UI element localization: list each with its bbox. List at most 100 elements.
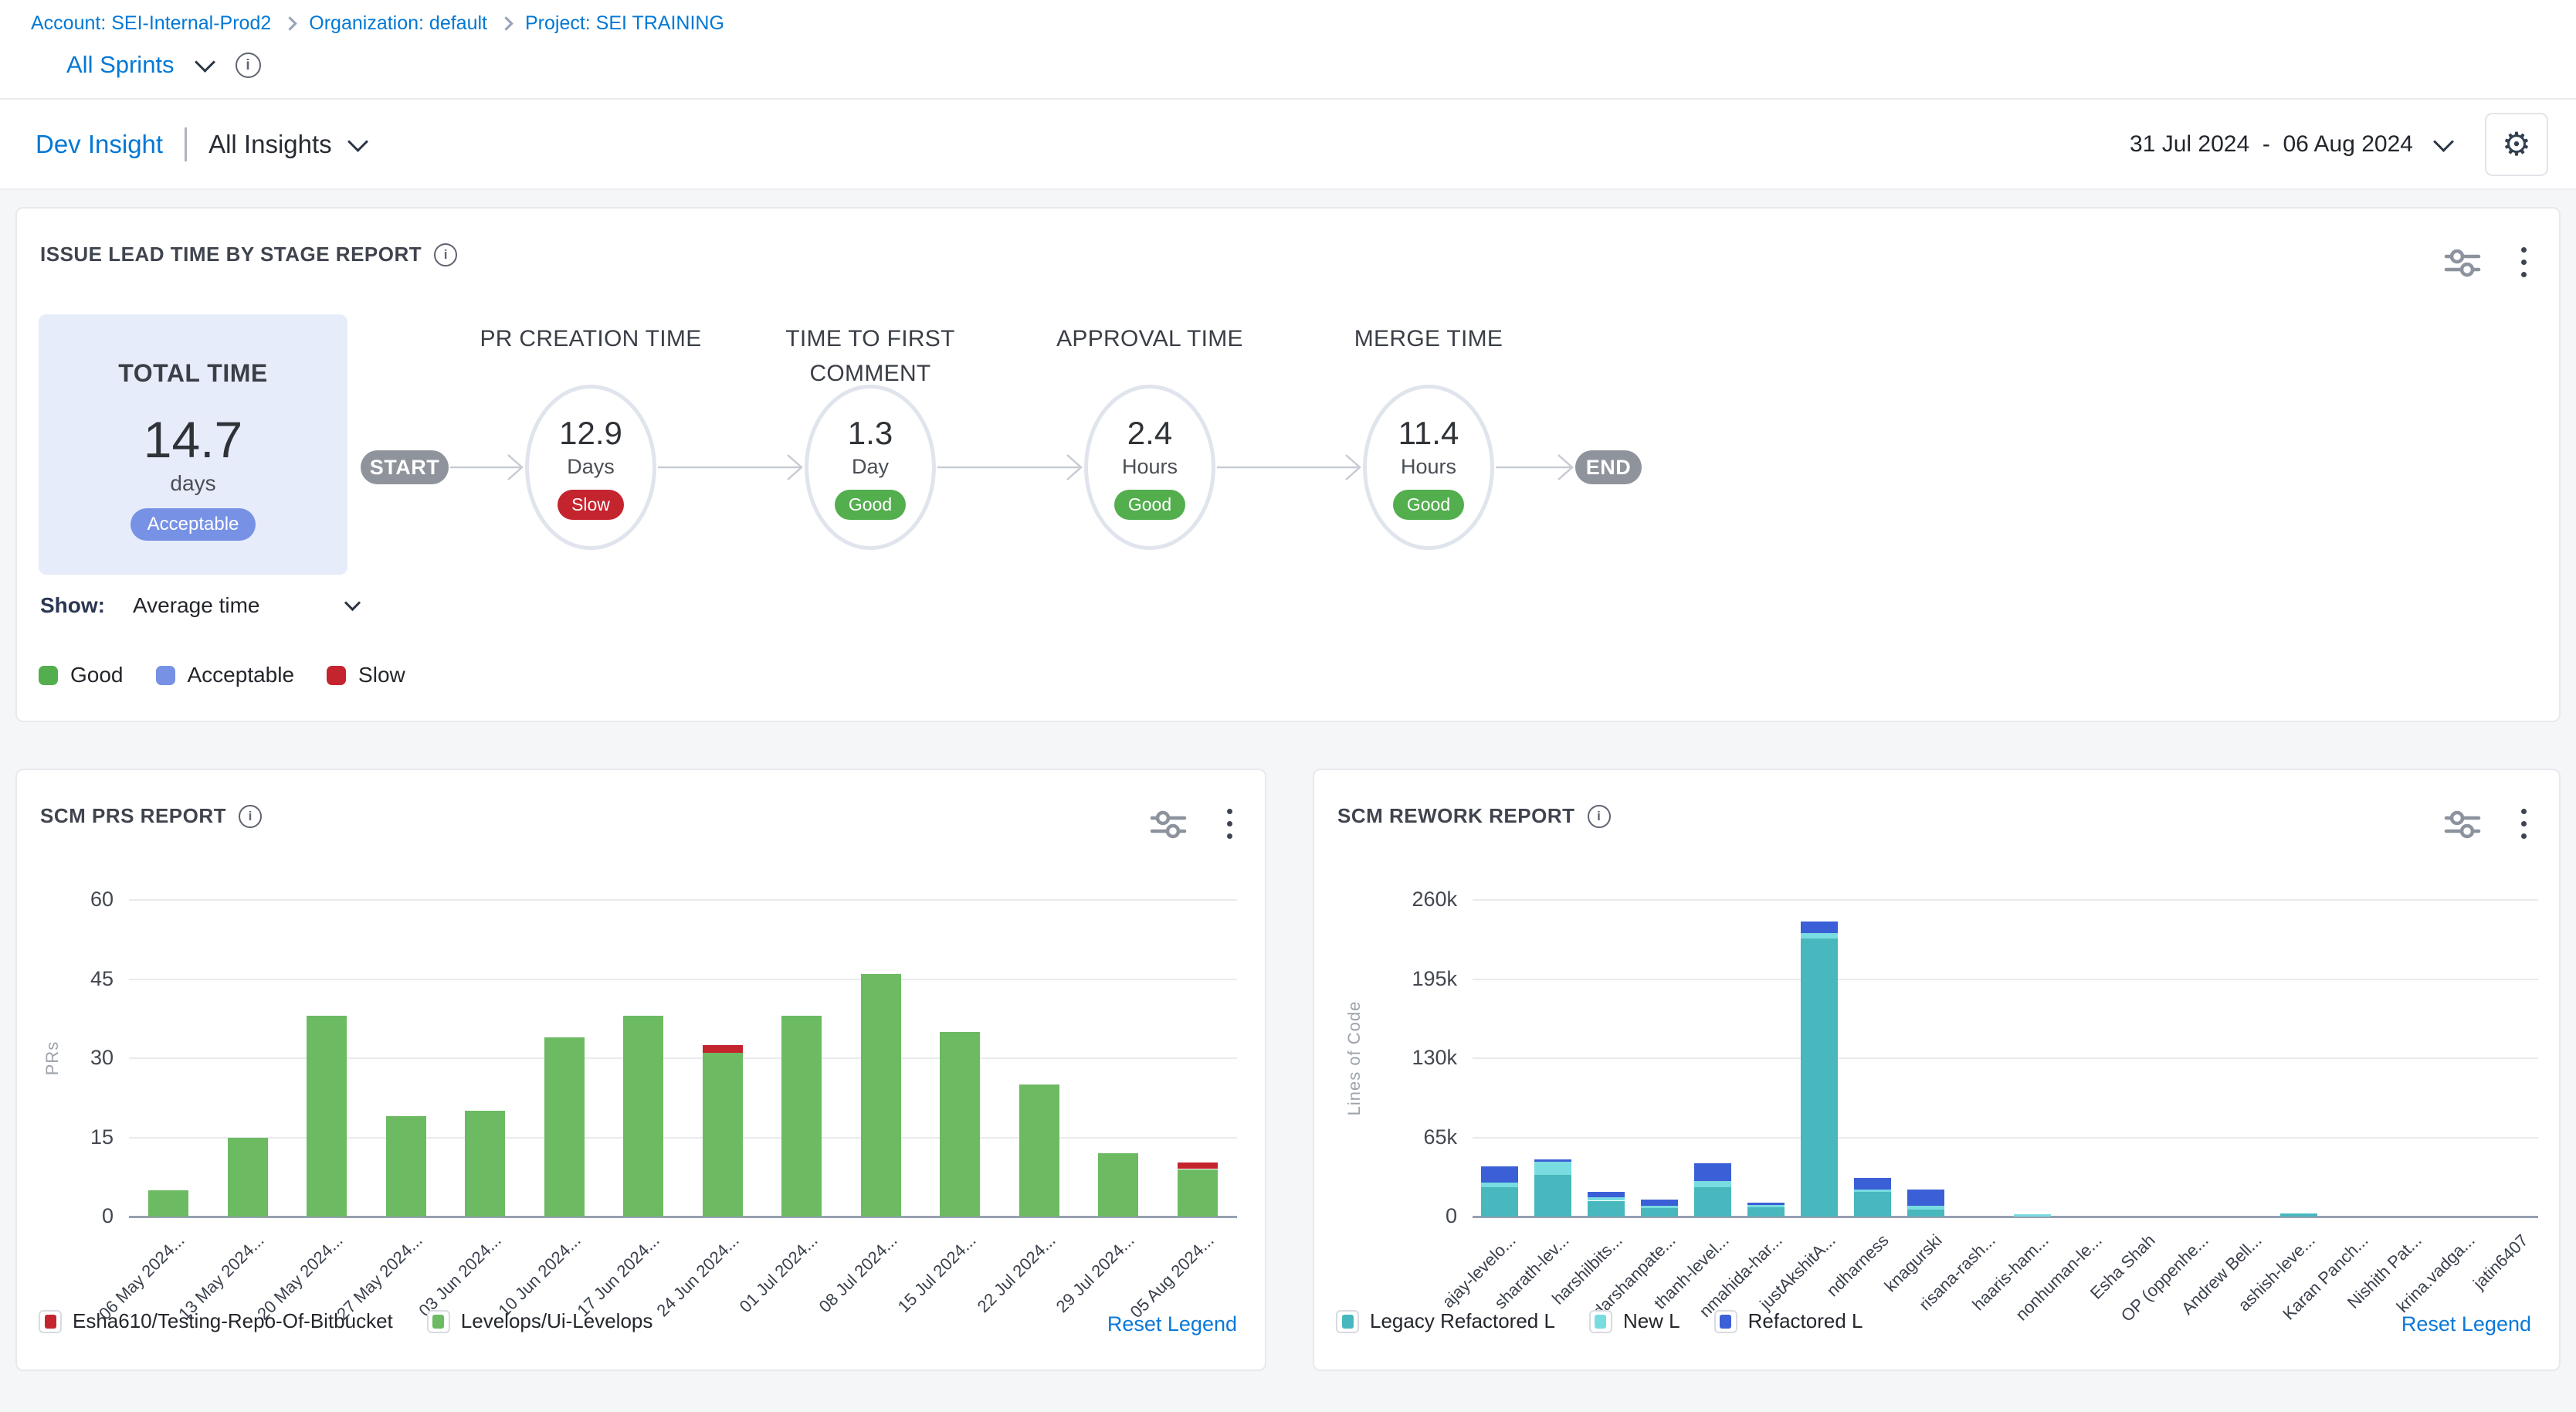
gridline — [129, 899, 1237, 901]
bar-segment[interactable] — [1907, 1210, 1944, 1217]
x-axis-line — [129, 1216, 1237, 1218]
bar-segment[interactable] — [1178, 1169, 1218, 1217]
stage-node[interactable]: 12.9DaysSlow — [525, 385, 656, 550]
y-axis-tick: 30 — [36, 1046, 114, 1070]
gridline — [129, 1057, 1237, 1059]
bar-segment[interactable] — [1481, 1187, 1518, 1217]
filter-sliders-icon[interactable] — [1150, 809, 1187, 840]
breadcrumb-link[interactable]: Project: SEI TRAINING — [525, 12, 724, 35]
bar-segment[interactable] — [1481, 1183, 1518, 1187]
bar-segment[interactable] — [1801, 939, 1838, 1217]
chart-legend-item[interactable]: Legacy Refactored L — [1336, 1309, 1555, 1333]
kebab-menu-icon[interactable] — [2517, 807, 2531, 840]
bar-segment[interactable] — [386, 1116, 426, 1217]
bar-segment[interactable] — [1747, 1207, 1785, 1217]
bar-segment[interactable] — [861, 974, 901, 1217]
bar-segment[interactable] — [465, 1111, 505, 1217]
chevron-down-icon[interactable] — [344, 594, 361, 610]
insight-nav: Dev Insight All Insights — [36, 127, 365, 161]
stage-node[interactable]: 2.4HoursGood — [1084, 385, 1215, 550]
x-axis-label: 13 May 2024... — [123, 1230, 268, 1376]
chart-legend-item[interactable]: Refactored L — [1714, 1309, 1863, 1333]
stage-node[interactable]: 11.4HoursGood — [1363, 385, 1494, 550]
panel-title: ISSUE LEAD TIME BY STAGE REPORT — [40, 243, 422, 266]
bar-segment[interactable] — [940, 1032, 980, 1217]
y-axis-tick: 0 — [1380, 1204, 1457, 1228]
filter-sliders-icon[interactable] — [2444, 809, 2481, 840]
chart-legend-item[interactable]: Levelops/Ui-Levelops — [427, 1309, 653, 1333]
breadcrumb-link[interactable]: Account: SEI-Internal-Prod2 — [31, 12, 271, 35]
stage-node[interactable]: 1.3DayGood — [805, 385, 936, 550]
bar-segment[interactable] — [1694, 1187, 1731, 1217]
bar-segment[interactable] — [1747, 1205, 1785, 1207]
gridline — [1473, 899, 2538, 901]
bar-segment[interactable] — [1178, 1163, 1218, 1169]
show-value[interactable]: Average time — [133, 593, 259, 618]
breadcrumb-link[interactable]: Organization: default — [309, 12, 487, 35]
show-metric-dropdown[interactable]: Show: Average time — [40, 593, 358, 618]
bar-segment[interactable] — [703, 1053, 743, 1217]
bar-segment[interactable] — [1854, 1190, 1891, 1192]
insight-selector[interactable]: All Insights — [208, 130, 332, 159]
info-icon[interactable]: i — [434, 243, 457, 266]
bar-segment[interactable] — [1801, 922, 1838, 932]
bar-segment[interactable] — [307, 1016, 347, 1217]
x-axis-label: 27 May 2024... — [281, 1230, 426, 1376]
legend-label: Legacy Refactored L — [1370, 1309, 1555, 1333]
chart-legend-item[interactable]: New L — [1589, 1309, 1680, 1333]
reset-legend-link[interactable]: Reset Legend — [2401, 1312, 2531, 1336]
x-axis-line — [1473, 1216, 2538, 1218]
bar-segment[interactable] — [703, 1045, 743, 1053]
bar-segment[interactable] — [1854, 1178, 1891, 1190]
reset-legend-link[interactable]: Reset Legend — [1107, 1312, 1237, 1336]
bar-segment[interactable] — [781, 1016, 822, 1217]
bar-segment[interactable] — [148, 1190, 188, 1217]
legend-label: Acceptable — [188, 663, 295, 687]
bar-segment[interactable] — [1534, 1175, 1571, 1217]
bar-segment[interactable] — [1641, 1208, 1678, 1217]
bar-segment[interactable] — [2280, 1213, 2317, 1217]
bar-segment[interactable] — [1534, 1159, 1571, 1162]
filter-sliders-icon[interactable] — [2444, 247, 2481, 278]
bar-segment[interactable] — [1694, 1181, 1731, 1187]
legend-swatch — [1336, 1310, 1359, 1333]
bar-segment[interactable] — [1641, 1206, 1678, 1208]
bar-segment[interactable] — [1907, 1206, 1944, 1210]
bar-segment[interactable] — [1098, 1153, 1138, 1217]
chevron-down-icon[interactable] — [195, 52, 215, 73]
sprint-selector-label[interactable]: All Sprints — [66, 51, 175, 79]
flow-start-pill: START — [361, 450, 449, 484]
bar-segment[interactable] — [1534, 1162, 1571, 1175]
gear-icon: ⚙ — [2502, 128, 2531, 161]
bar-segment[interactable] — [228, 1138, 268, 1217]
bar-segment[interactable] — [1588, 1192, 1625, 1196]
dev-insight-link[interactable]: Dev Insight — [36, 130, 163, 159]
chevron-down-icon[interactable] — [347, 131, 368, 152]
kebab-menu-icon[interactable] — [1222, 807, 1237, 840]
bar-segment[interactable] — [2014, 1214, 2051, 1217]
chevron-down-icon[interactable] — [2433, 131, 2454, 152]
bar-segment[interactable] — [1747, 1203, 1785, 1205]
settings-button[interactable]: ⚙ — [2485, 113, 2548, 176]
bar-segment[interactable] — [1641, 1200, 1678, 1206]
bar-segment[interactable] — [1694, 1163, 1731, 1182]
x-axis-label: 24 Jun 2024... — [598, 1230, 743, 1376]
bar-segment[interactable] — [1019, 1084, 1059, 1217]
sprint-selector[interactable]: All Sprints i — [66, 51, 261, 79]
rating-legend: GoodAcceptableSlow — [39, 663, 405, 687]
bar-segment[interactable] — [1481, 1166, 1518, 1183]
kebab-menu-icon[interactable] — [2517, 246, 2531, 279]
bar-segment[interactable] — [1907, 1190, 1944, 1206]
bar-segment[interactable] — [1588, 1197, 1625, 1201]
info-icon[interactable]: i — [239, 805, 262, 828]
date-range-selector[interactable]: 31 Jul 2024 - 06 Aug 2024 — [2130, 131, 2413, 158]
bar-segment[interactable] — [1588, 1201, 1625, 1217]
bar-segment[interactable] — [1854, 1192, 1891, 1217]
bar-segment[interactable] — [1801, 933, 1838, 939]
bar-segment[interactable] — [623, 1016, 663, 1217]
chart-legend-item[interactable]: Esha610/Testing-Repo-Of-Bitbucket — [39, 1309, 393, 1333]
total-time-unit: days — [170, 471, 215, 496]
info-icon[interactable]: i — [236, 53, 261, 78]
info-icon[interactable]: i — [1588, 805, 1611, 828]
bar-segment[interactable] — [544, 1037, 585, 1217]
